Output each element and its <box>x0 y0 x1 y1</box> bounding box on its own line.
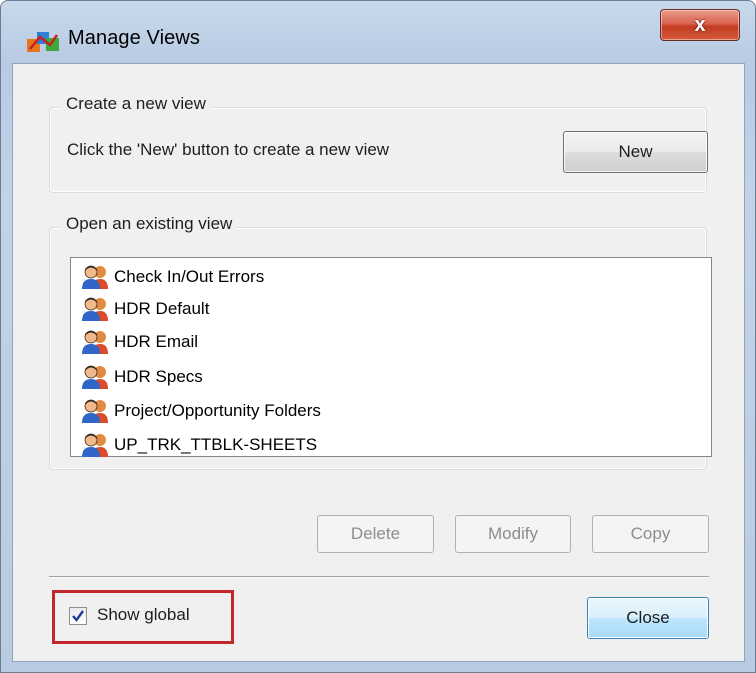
list-item-check-in-out-errors[interactable]: Check In/Out Errors <box>81 261 264 293</box>
users-icon <box>82 399 108 423</box>
open-view-group-title: Open an existing view <box>62 214 237 234</box>
users-icon <box>82 433 108 457</box>
title-bar[interactable]: Manage Views x <box>1 1 756 71</box>
window-title: Manage Views <box>68 27 201 49</box>
users-icon <box>82 297 108 321</box>
show-global-label[interactable]: Show global <box>97 605 190 625</box>
users-icon <box>82 330 108 354</box>
create-view-group-title: Create a new view <box>62 94 210 114</box>
list-item-label: HDR Email <box>114 332 199 351</box>
views-listbox[interactable]: Check In/Out Errors HDR Default HDR Emai… <box>70 257 712 457</box>
new-button[interactable]: New <box>563 131 708 173</box>
footer-separator <box>49 576 709 578</box>
list-item-label: HDR Default <box>114 299 210 318</box>
create-view-hint: Click the 'New' button to create a new v… <box>67 140 390 159</box>
app-icon <box>27 32 59 52</box>
list-item-hdr-email[interactable]: HDR Email <box>81 326 198 358</box>
dialog-client-area: Create a new view Click the 'New' button… <box>12 63 745 662</box>
list-item-label: Check In/Out Errors <box>114 267 265 286</box>
list-item-label: Project/Opportunity Folders <box>114 401 321 420</box>
list-item-hdr-specs[interactable]: HDR Specs <box>81 361 203 393</box>
copy-button[interactable]: Copy <box>592 515 709 553</box>
window-close-button[interactable]: x <box>660 9 740 41</box>
list-item-up-trk-ttblk-sheets[interactable]: UP_TRK_TTBLK-SHEETS <box>81 429 317 461</box>
close-icon: x <box>694 13 706 36</box>
delete-button[interactable]: Delete <box>317 515 434 553</box>
list-item-label: UP_TRK_TTBLK-SHEETS <box>114 435 318 454</box>
list-item-hdr-default[interactable]: HDR Default <box>81 293 209 325</box>
users-icon <box>82 365 108 389</box>
open-view-group: Open an existing view Check In/Out Error… <box>49 214 712 470</box>
manage-views-window: Manage Views x Create a new view Click t… <box>0 0 756 673</box>
checkmark-icon <box>72 610 84 622</box>
create-view-group: Create a new view Click the 'New' button… <box>49 94 708 193</box>
list-item-label: HDR Specs <box>114 367 203 386</box>
show-global-checkbox[interactable] <box>69 607 87 625</box>
modify-button[interactable]: Modify <box>455 515 571 553</box>
list-item-project-opportunity-folders[interactable]: Project/Opportunity Folders <box>81 395 321 427</box>
users-icon <box>82 265 108 289</box>
close-button[interactable]: Close <box>587 597 709 639</box>
